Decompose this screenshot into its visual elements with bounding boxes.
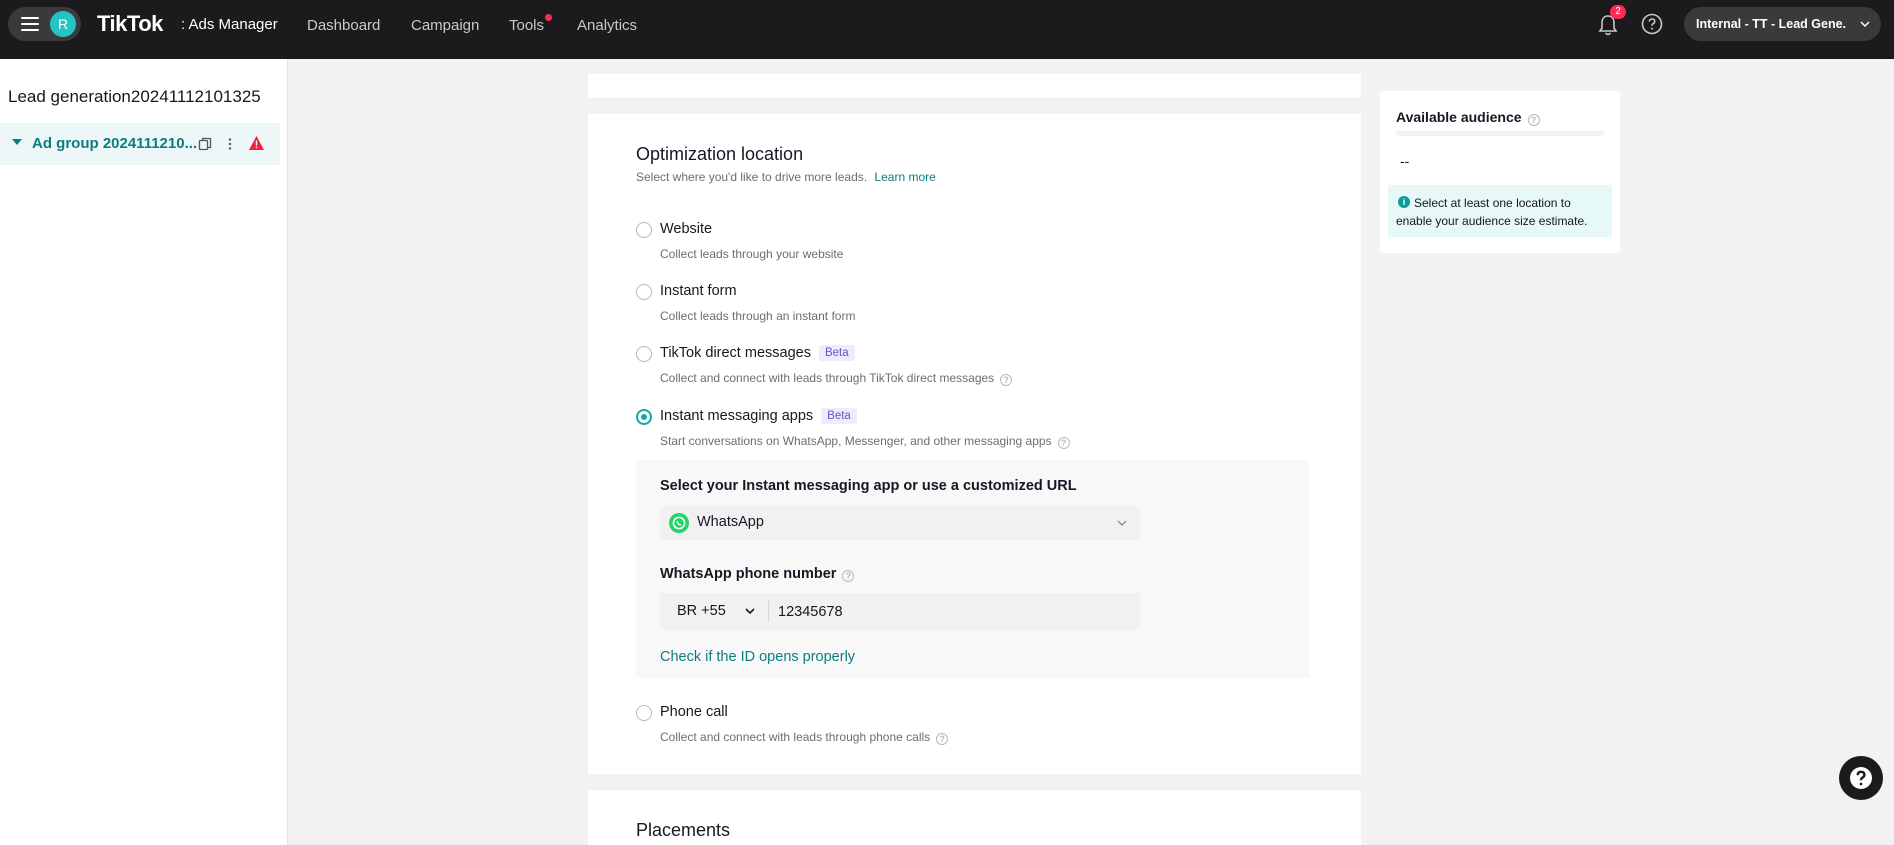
chevron-down-icon[interactable] [744,605,756,617]
audience-info-note: i Select at least one location to enable… [1388,185,1612,237]
check-id-link[interactable]: Check if the ID opens properly [660,649,855,665]
caret-down-icon[interactable] [12,139,22,145]
option-description: Collect and connect with leads through p… [660,730,931,744]
previous-section-card [588,74,1361,98]
campaign-title[interactable]: Lead generation20241112101325 [8,87,261,107]
section-title: Optimization location [636,144,804,164]
hamburger-icon [21,17,39,31]
floating-help-button[interactable] [1839,756,1883,800]
beta-badge: Beta [818,345,855,361]
messaging-app-select[interactable]: WhatsApp [660,506,1140,540]
country-code-select[interactable]: BR +55 [677,603,726,619]
chevron-down-icon [1860,21,1870,28]
learn-more-link[interactable]: Learn more [874,170,935,184]
question-icon[interactable]: ? [1000,374,1013,386]
menu-button[interactable]: R [8,7,81,41]
tiktok-logo[interactable]: TikTok [97,11,163,37]
top-navigation-bar: R TikTok : Ads Manager Dashboard Campaig… [0,0,1894,59]
placements-title: Placements [636,820,731,840]
audience-value: -- [1400,153,1410,169]
audience-note-text: Select at least one location to enable y… [1396,196,1588,228]
audience-bar [1396,131,1604,136]
option-label-row: TikTok direct messages Beta [660,345,855,361]
help-icon [1850,767,1872,789]
messaging-app-panel: Select your Instant messaging app or use… [636,460,1309,678]
ad-group-label[interactable]: Ad group 2024111210... [32,135,197,152]
nav-dashboard[interactable]: Dashboard [307,17,380,34]
question-icon[interactable]: ? [936,733,949,745]
nav-analytics[interactable]: Analytics [577,17,637,34]
whatsapp-icon [669,513,689,533]
question-icon[interactable]: ? [1057,437,1070,449]
option-label: Website [660,221,713,237]
help-icon[interactable] [1641,13,1663,35]
option-description-row: Collect and connect with leads through T… [660,371,1013,386]
option-label: TikTok direct messages [660,345,811,361]
option-label: Instant form [660,283,737,299]
sidebar-item-ad-group[interactable]: Ad group 2024111210... [0,123,280,165]
option-description: Collect leads through your website [660,247,844,261]
placements-card: Placements [588,790,1361,845]
more-options-icon[interactable] [226,137,234,151]
left-sidebar: Lead generation20241112101325 Ad group 2… [0,59,288,845]
nav-tools[interactable]: Tools [509,17,544,34]
question-icon[interactable]: ? [1527,114,1540,126]
option-label: Instant messaging apps [660,408,814,424]
option-label: Phone call [660,704,728,720]
phone-number-field: BR +55 [660,593,1140,630]
tools-alert-dot [545,14,552,21]
copy-icon[interactable] [198,137,212,151]
ads-manager-label: : Ads Manager [181,16,278,33]
notification-badge: 2 [1610,5,1626,19]
option-description-row: Collect and connect with leads through p… [660,730,949,745]
warning-icon [249,136,264,150]
nav-campaign[interactable]: Campaign [411,17,479,34]
audience-title: Available audience? [1396,109,1540,126]
available-audience-panel: Available audience? -- i Select at least… [1380,91,1620,253]
option-description: Collect leads through an instant form [660,309,856,323]
phone-number-label: WhatsApp phone number? [660,566,855,582]
option-label-row: Instant messaging apps Beta [660,408,857,424]
question-icon[interactable]: ? [842,570,855,582]
website-radio[interactable] [636,222,652,238]
account-name: Internal - TT - Lead Gene... [1696,17,1846,31]
tiktok-direct-messages-radio[interactable] [636,346,652,362]
avatar[interactable]: R [50,11,76,37]
beta-badge: Beta [821,408,857,424]
section-subtitle: Select where you'd like to drive more le… [636,170,936,184]
subtitle-text: Select where you'd like to drive more le… [636,170,868,184]
phone-number-label-text: WhatsApp phone number [660,566,837,582]
option-description-row: Start conversations on WhatsApp, Messeng… [660,434,1070,449]
option-description: Collect and connect with leads through T… [660,371,995,385]
whatsapp-glyph [672,516,686,530]
chevron-down-icon [1117,520,1127,526]
selected-app: WhatsApp [697,514,764,530]
account-switcher[interactable]: Internal - TT - Lead Gene... [1684,7,1881,41]
phone-call-radio[interactable] [636,705,652,721]
optimization-location-card: Optimization location Select where you'd… [588,114,1361,774]
messaging-app-title: Select your Instant messaging app or use… [660,478,1077,494]
instant-form-radio[interactable] [636,284,652,300]
divider [768,601,769,622]
instant-messaging-apps-radio[interactable] [636,409,652,425]
audience-title-text: Available audience [1396,109,1522,125]
option-description: Start conversations on WhatsApp, Messeng… [660,434,1052,448]
phone-number-input[interactable] [778,593,1128,630]
